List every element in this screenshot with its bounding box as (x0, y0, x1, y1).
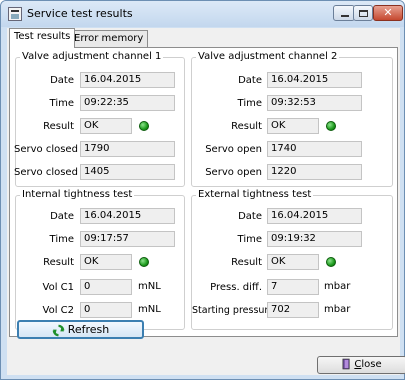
time-label: Time (49, 234, 74, 245)
servo-label: Servo closed (14, 167, 78, 178)
result-field: OK (80, 118, 132, 134)
servo-value-field: 1740 (267, 141, 362, 157)
time-field: 09:32:53 (267, 95, 362, 111)
close-button[interactable]: Close (317, 356, 405, 374)
time-field: 09:17:57 (80, 231, 175, 247)
servo-value-field: 1790 (80, 141, 175, 157)
result-label: Result (231, 121, 262, 132)
date-field: 16.04.2015 (80, 72, 175, 88)
vol-c1-field: 0 (80, 279, 132, 295)
close-icon: ✕ (383, 6, 393, 19)
date-label: Date (238, 211, 262, 222)
servo-value-field: 1220 (267, 164, 362, 180)
tab-test-results[interactable]: Test results (9, 28, 76, 48)
app-window-icon (8, 7, 22, 21)
group-title: Valve adjustment channel 2 (196, 51, 340, 62)
status-ok-indicator (326, 121, 336, 131)
door-exit-icon (342, 358, 350, 370)
vol-c2-label: Vol C2 (42, 305, 74, 316)
window-title: Service test results (27, 7, 133, 20)
minimize-button[interactable] (333, 5, 355, 21)
press-diff-label: Press. diff. (210, 282, 262, 293)
maximize-icon (359, 10, 368, 17)
servo-label: Servo open (205, 167, 262, 178)
status-ok-indicator (139, 257, 149, 267)
dialog-client-area: Test results Error memory Valve adjustme… (7, 28, 405, 375)
status-ok-indicator (139, 121, 149, 131)
result-field: OK (267, 254, 319, 270)
result-field: OK (80, 254, 132, 270)
group-title: Valve adjustment channel 1 (20, 51, 164, 62)
tab-error-memory[interactable]: Error memory (69, 30, 149, 47)
vol-c1-label: Vol C1 (42, 282, 74, 293)
starting-pressure-unit: mbar (324, 304, 351, 315)
press-diff-field: 7 (267, 279, 319, 295)
refresh-button[interactable]: Refresh (17, 320, 144, 339)
title-bar[interactable]: Service test results ✕ (1, 1, 404, 27)
press-diff-unit: mbar (324, 281, 351, 292)
service-test-results-window: Service test results ✕ Test results Erro… (0, 0, 405, 380)
status-ok-indicator (326, 257, 336, 267)
servo-label: Servo open (205, 144, 262, 155)
date-field: 16.04.2015 (80, 208, 175, 224)
group-external-tightness-test: External tightness test Date 16.04.2015 … (191, 189, 393, 330)
servo-label: Servo closed (14, 144, 78, 155)
time-label: Time (237, 234, 262, 245)
date-label: Date (50, 75, 74, 86)
close-window-button[interactable]: ✕ (373, 5, 403, 21)
date-label: Date (238, 75, 262, 86)
starting-pressure-field: 702 (267, 302, 319, 318)
date-field: 16.04.2015 (267, 72, 362, 88)
group-valve-channel-1: Valve adjustment channel 1 Date 16.04.20… (14, 51, 185, 187)
time-field: 09:19:32 (267, 231, 362, 247)
vol-c1-unit: mNL (138, 281, 161, 292)
group-title: Internal tightness test (20, 189, 135, 200)
date-field: 16.04.2015 (267, 208, 362, 224)
time-label: Time (237, 98, 262, 109)
result-label: Result (43, 257, 74, 268)
test-results-panel: Valve adjustment channel 1 Date 16.04.20… (9, 47, 398, 337)
starting-pressure-label: Starting pressure (192, 305, 274, 316)
group-internal-tightness-test: Internal tightness test Date 16.04.2015 … (15, 189, 185, 330)
maximize-button[interactable] (353, 5, 373, 21)
vol-c2-field: 0 (80, 302, 132, 318)
date-label: Date (50, 211, 74, 222)
result-field: OK (267, 118, 319, 134)
result-label: Result (231, 257, 262, 268)
time-label: Time (49, 98, 74, 109)
refresh-icon (52, 324, 64, 336)
vol-c2-unit: mNL (138, 304, 161, 315)
servo-value-field: 1405 (80, 164, 175, 180)
close-label: lose (361, 359, 382, 370)
group-title: External tightness test (196, 189, 314, 200)
group-valve-channel-2: Valve adjustment channel 2 Date 16.04.20… (191, 51, 393, 187)
time-field: 09:22:35 (80, 95, 175, 111)
minimize-icon (341, 15, 349, 17)
refresh-label: Refresh (67, 323, 110, 336)
result-label: Result (43, 121, 74, 132)
